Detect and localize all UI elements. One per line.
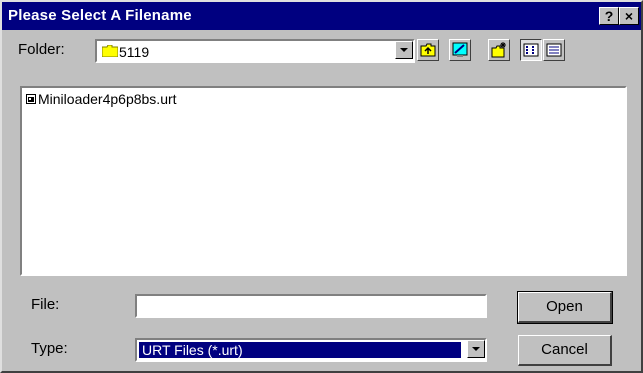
close-button[interactable]: × [619,7,639,25]
details-view-button[interactable] [543,39,565,61]
open-button[interactable]: Open [517,291,613,324]
file-dialog: Please Select A Filename ? × Folder: 511… [0,0,643,373]
list-view-icon [523,43,539,57]
folder-value: 5119 [119,44,150,60]
file-type-value: URT Files (*.urt) [139,342,461,358]
title-bar[interactable]: Please Select A Filename ? × [2,2,641,30]
desktop-button[interactable] [449,39,471,61]
new-folder-button[interactable] [488,39,510,61]
file-icon [26,94,36,104]
folder-label: Folder: [18,41,65,58]
cancel-button[interactable]: Cancel [518,335,612,366]
file-name-input[interactable] [135,294,487,318]
desktop-icon [452,42,468,57]
list-view-button[interactable] [520,39,542,61]
list-item[interactable]: Miniloader4p6p8bs.urt [22,88,222,110]
up-folder-icon [420,43,436,57]
file-list[interactable]: Miniloader4p6p8bs.urt [20,86,627,276]
file-type-dropdown-arrow[interactable] [467,340,485,358]
up-one-level-button[interactable] [417,39,439,61]
new-folder-icon [491,42,506,58]
folder-icon [102,45,118,57]
file-name: Miniloader4p6p8bs.urt [38,91,177,107]
file-type-dropdown[interactable]: URT Files (*.urt) [135,338,487,362]
file-label: File: [31,296,60,313]
folder-dropdown-arrow[interactable] [395,41,413,59]
help-button[interactable]: ? [599,7,619,25]
details-view-icon [546,43,562,57]
type-label: Type: [31,340,68,357]
folder-dropdown[interactable]: 5119 [95,39,415,63]
dialog-title: Please Select A Filename [8,7,192,24]
